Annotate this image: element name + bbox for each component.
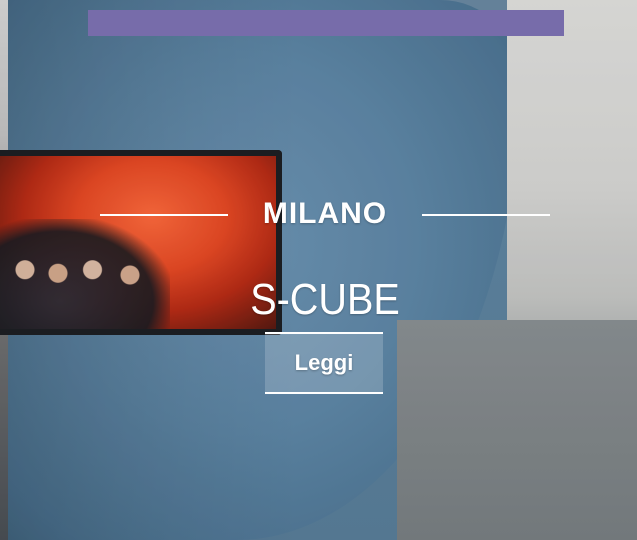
card-title: S-CUBE [250,275,400,324]
city-heading-row: MILANO [100,196,550,232]
city-label: MILANO [262,197,388,230]
city-rule-right [422,214,550,216]
city-rule-left [100,214,228,216]
s-cube-promo-card[interactable]: MILANO S-CUBE Leggi [0,0,637,540]
card-overlay [0,0,637,540]
read-button[interactable]: Leggi [265,332,383,394]
